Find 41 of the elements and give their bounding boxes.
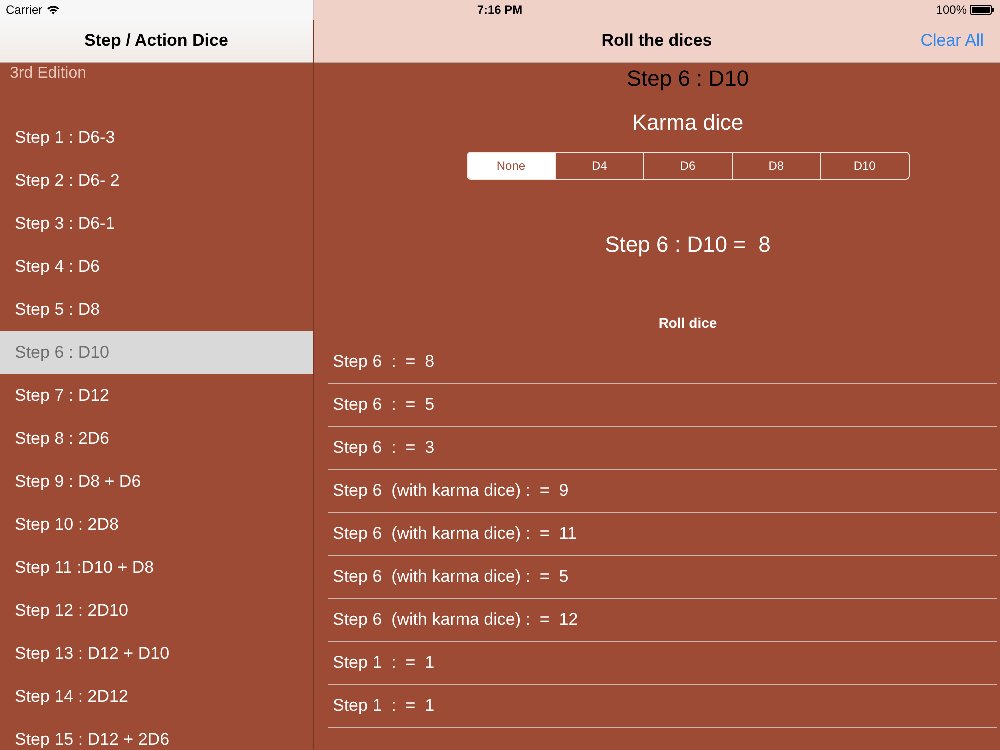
step-list-item[interactable]: Step 3 : D6-1 xyxy=(0,202,313,245)
roll-dice-button[interactable]: Roll dice xyxy=(650,308,726,338)
karma-segment[interactable]: D8 xyxy=(732,153,820,179)
karma-segment[interactable]: D10 xyxy=(820,153,908,179)
step-list-item[interactable]: Step 9 : D8 + D6 xyxy=(0,460,313,503)
step-list-item[interactable]: Step 10 : 2D8 xyxy=(0,503,313,546)
nav-title: Step / Action Dice xyxy=(84,31,228,51)
battery-icon xyxy=(970,5,994,15)
roll-history-row: Step 6 : = 5 xyxy=(328,384,997,427)
roll-history-row: Step 6 : = 8 xyxy=(328,341,997,384)
step-list-item[interactable]: Step 13 : D12 + D10 xyxy=(0,632,313,675)
step-list-item[interactable]: Step 12 : 2D10 xyxy=(0,589,313,632)
karma-segment[interactable]: D6 xyxy=(643,153,732,179)
roll-history-row: Step 6 (with karma dice) : = 11 xyxy=(328,513,997,556)
step-list-item[interactable]: Step 8 : 2D6 xyxy=(0,417,313,460)
nav-title: Roll the dices xyxy=(602,31,712,51)
step-list-item[interactable]: Step 4 : D6 xyxy=(0,245,313,288)
roll-result: Step 6 : D10 = 8 xyxy=(605,231,771,259)
carrier-label: Carrier xyxy=(6,3,43,17)
step-heading: Step 6 : D10 xyxy=(626,65,750,93)
step-list-item[interactable]: Step 5 : D8 xyxy=(0,288,313,331)
karma-segment[interactable]: D4 xyxy=(554,153,644,179)
roll-history-row: Step 6 (with karma dice) : = 5 xyxy=(328,556,997,599)
step-list-item[interactable]: Step 6 : D10 xyxy=(0,331,313,374)
step-list-item[interactable]: Step 2 : D6- 2 xyxy=(0,159,313,202)
step-list-item[interactable]: Step 15 : D12 + 2D6 xyxy=(0,718,313,750)
battery-percent: 100% xyxy=(936,3,967,17)
wifi-icon xyxy=(46,5,60,15)
roll-history-row: Step 6 (with karma dice) : = 9 xyxy=(328,470,997,513)
step-list-item[interactable]: Step 1 : D6-3 xyxy=(0,116,313,159)
roll-history-row: Step 6 (with karma dice) : = 12 xyxy=(328,599,997,642)
clock-time: 7:16 PM xyxy=(477,3,523,17)
roll-history-row: Step 6 : = 3 xyxy=(328,427,997,470)
step-list-item[interactable]: Step 14 : 2D12 xyxy=(0,675,313,718)
step-list-item[interactable]: Step 7 : D12 xyxy=(0,374,313,417)
step-list-item[interactable]: Step 11 :D10 + D8 xyxy=(0,546,313,589)
section-header: 3rd Edition xyxy=(9,64,88,84)
karma-segment[interactable]: None xyxy=(468,153,555,179)
karma-dice-label: Karma dice xyxy=(632,109,744,137)
roll-history-row: Step 1 : = 1 xyxy=(328,685,997,728)
roll-history-row: Step 1 : = 1 xyxy=(328,642,997,685)
